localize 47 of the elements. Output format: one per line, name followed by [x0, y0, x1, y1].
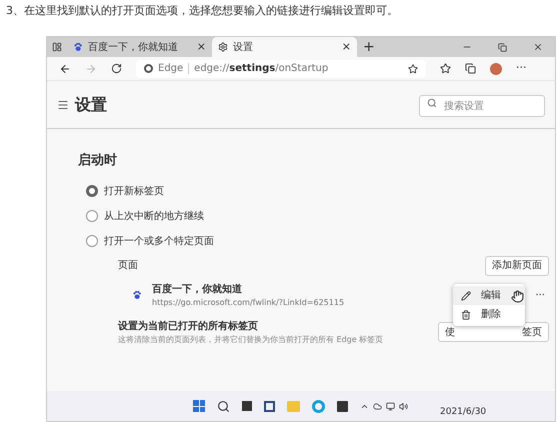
radio-button[interactable] — [86, 235, 98, 247]
settings-title: 设置 — [75, 94, 107, 116]
option-label: 打开新标签页 — [104, 184, 164, 198]
more-button[interactable]: ··· — [516, 60, 526, 77]
pencil-icon — [461, 290, 471, 300]
search-icon — [427, 98, 437, 108]
more-button[interactable]: ··· — [535, 288, 545, 302]
option-description: 这将清除当前的页面列表，并将它们替换为你当前打开的所有 Edge 标签页 — [118, 334, 384, 346]
caption: 3、在这里找到默认的打开页面选项，选择您想要输入的链接进行编辑设置即可。 — [6, 3, 399, 19]
search-field[interactable]: 搜索设置 — [419, 95, 545, 118]
menu-item[interactable]: 删除 — [453, 305, 525, 324]
page-url: https://go.microsoft.com/fwlink/?LinkId=625115 — [152, 296, 344, 308]
site-label: Edge — [158, 62, 184, 76]
windows-logo-icon[interactable] — [193, 400, 205, 412]
back-icon[interactable] — [59, 62, 71, 74]
gear-icon — [218, 42, 228, 52]
cloud-icon[interactable] — [373, 402, 382, 410]
url-text: edge://settings/onStartup — [194, 62, 328, 76]
favorite-icon[interactable] — [408, 64, 418, 74]
restore-icon[interactable] — [498, 42, 507, 52]
browser-tab[interactable]: 设置 × — [212, 37, 357, 57]
hand-cursor-icon — [511, 290, 524, 303]
address-bar[interactable]: Edge edge://settings/onStartup — [136, 60, 426, 78]
option-title: 设置为当前已打开的所有标签页 — [118, 320, 259, 334]
paw-icon — [73, 42, 83, 52]
option-label: 打开一个或多个特定页面 — [104, 234, 214, 248]
section-title: 启动时 — [78, 152, 118, 170]
radio-button[interactable] — [86, 185, 98, 197]
collections-icon[interactable] — [465, 63, 476, 74]
search-icon[interactable] — [217, 400, 230, 412]
favorites-icon[interactable] — [440, 63, 451, 74]
option-label: 从上次中断的地方继续 — [104, 210, 204, 224]
add-page-button[interactable]: 添加新页面 — [485, 256, 549, 276]
menu-item[interactable]: 编辑 — [453, 286, 525, 305]
radio-button[interactable] — [86, 210, 98, 222]
page-title: 百度一下，你就知道 — [152, 282, 243, 296]
monitor-icon[interactable] — [386, 402, 395, 410]
avatar-icon[interactable] — [490, 62, 502, 74]
trash-icon — [461, 310, 471, 320]
close-icon[interactable] — [533, 42, 543, 52]
pages-label: 页面 — [118, 259, 138, 273]
taskbar-date: 2021/6/30 — [440, 406, 486, 418]
new-tab-button[interactable]: + — [357, 40, 381, 54]
menu-icon[interactable] — [57, 98, 69, 110]
refresh-icon[interactable] — [111, 63, 122, 74]
paw-icon — [132, 290, 142, 300]
speaker-icon[interactable] — [399, 402, 408, 410]
